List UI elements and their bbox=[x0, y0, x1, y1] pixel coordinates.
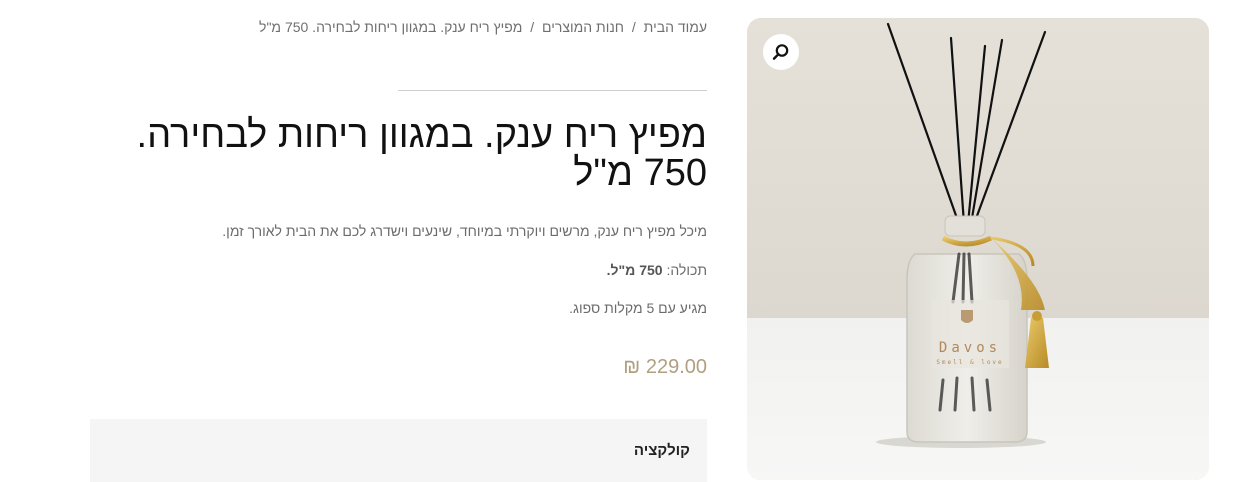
product-image-brand: Davos bbox=[939, 340, 1001, 356]
breadcrumb-shop-link[interactable]: חנות המוצרים bbox=[542, 19, 624, 35]
breadcrumb-separator: / bbox=[530, 19, 535, 35]
breadcrumb: עמוד הבית / חנות המוצרים / מפיץ ריח ענק.… bbox=[259, 19, 707, 35]
capacity-label: תכולה: bbox=[666, 262, 707, 278]
product-price: 229.00 ₪ bbox=[623, 356, 707, 378]
product-image-gallery[interactable]: Davos Smell & love bbox=[747, 18, 1209, 480]
collection-section: קולקציה bbox=[90, 419, 707, 482]
product-capacity: תכולה: 750 מ"ל. bbox=[607, 262, 707, 278]
breadcrumb-separator: / bbox=[631, 19, 636, 35]
divider bbox=[398, 90, 707, 91]
search-icon bbox=[772, 44, 789, 60]
product-description: מיכל מפיץ ריח ענק, מרשים ויוקרתי במיוחד,… bbox=[222, 223, 707, 239]
product-title: מפיץ ריח ענק. במגוון ריחות לבחירה. 750 מ… bbox=[136, 114, 707, 194]
collection-label: קולקציה bbox=[633, 442, 690, 459]
product-image: Davos Smell & love bbox=[747, 18, 1209, 480]
breadcrumb-home-link[interactable]: עמוד הבית bbox=[644, 19, 707, 35]
zoom-button[interactable] bbox=[763, 34, 799, 70]
product-image-tagline: Smell & love bbox=[936, 359, 1003, 366]
capacity-value: 750 מ"ל. bbox=[606, 262, 663, 278]
product-includes: מגיע עם 5 מקלות ספוג. bbox=[569, 300, 707, 316]
breadcrumb-current: מפיץ ריח ענק. במגוון ריחות לבחירה. 750 מ… bbox=[259, 19, 523, 35]
